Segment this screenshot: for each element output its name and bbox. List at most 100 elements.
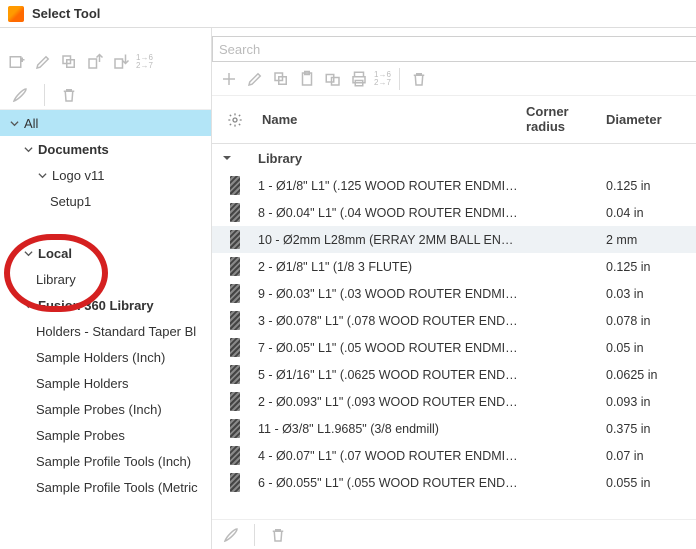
table-row[interactable]: 6 - Ø0.055" L1" (.055 WOOD ROUTER ENDMIL… xyxy=(212,469,696,496)
search-input[interactable] xyxy=(219,42,690,57)
tool-name: 6 - Ø0.055" L1" (.055 WOOD ROUTER ENDMIL… xyxy=(258,476,526,490)
table-row[interactable]: 10 - Ø2mm L28mm (ERRAY 2MM BALL END TA… 2… xyxy=(212,226,696,253)
brush-icon[interactable] xyxy=(222,526,240,544)
trash-icon[interactable] xyxy=(408,68,430,90)
table-row[interactable]: 11 - Ø3/8" L1.9685" (3/8 endmill) 0.375 i… xyxy=(212,415,696,442)
tool-name: 4 - Ø0.07" L1" (.07 WOOD ROUTER ENDMILL) xyxy=(258,449,526,463)
trash-icon[interactable] xyxy=(59,85,79,105)
edit-icon[interactable] xyxy=(32,51,54,73)
renumber-icon[interactable]: 1→6 2→7 xyxy=(136,54,153,70)
endmill-icon xyxy=(230,338,240,357)
tree-library[interactable]: Library xyxy=(0,266,211,292)
chevron-down-icon xyxy=(22,247,34,259)
main-panel: 1→6 2→7 Name Corner radius Diameter Libr… xyxy=(212,28,696,549)
table-row[interactable]: 4 - Ø0.07" L1" (.07 WOOD ROUTER ENDMILL)… xyxy=(212,442,696,469)
tool-diameter: 0.125 in xyxy=(606,260,696,274)
chevron-down-icon xyxy=(36,169,48,181)
tool-name: 2 - Ø1/8" L1" (1/8 3 FLUTE) xyxy=(258,260,526,274)
new-library-icon[interactable] xyxy=(6,51,28,73)
table-row[interactable]: 3 - Ø0.078" L1" (.078 WOOD ROUTER ENDMIL… xyxy=(212,307,696,334)
tool-diameter: 0.07 in xyxy=(606,449,696,463)
tree-item[interactable]: Sample Profile Tools (Inch) xyxy=(0,448,211,474)
tree-setup[interactable]: Setup1 xyxy=(0,188,211,214)
separator xyxy=(399,68,400,90)
library-tree: All Documents Logo v11 Setup1 Local Libr… xyxy=(0,110,211,549)
import-icon[interactable] xyxy=(110,51,132,73)
tool-name: 9 - Ø0.03" L1" (.03 WOOD ROUTER ENDMILL) xyxy=(258,287,526,301)
tree-item[interactable]: Sample Profile Tools (Metric xyxy=(0,474,211,500)
col-corner[interactable]: Corner radius xyxy=(526,105,606,134)
search-bar[interactable] xyxy=(212,36,696,62)
tree-item[interactable]: Holders - Standard Taper Bl xyxy=(0,318,211,344)
tool-name: 11 - Ø3/8" L1.9685" (3/8 endmill) xyxy=(258,422,526,436)
separator xyxy=(44,84,45,106)
tool-diameter: 0.04 in xyxy=(606,206,696,220)
tool-name: 3 - Ø0.078" L1" (.078 WOOD ROUTER ENDMIL… xyxy=(258,314,526,328)
table-row[interactable]: 7 - Ø0.05" L1" (.05 WOOD ROUTER ENDMILL)… xyxy=(212,334,696,361)
endmill-icon xyxy=(230,419,240,438)
tool-diameter: 2 mm xyxy=(606,233,696,247)
tool-name: 2 - Ø0.093" L1" (.093 WOOD ROUTER ENDMIL… xyxy=(258,395,526,409)
endmill-icon xyxy=(230,257,240,276)
tool-diameter: 0.375 in xyxy=(606,422,696,436)
tree-f360[interactable]: Fusion 360 Library xyxy=(0,292,211,318)
endmill-icon xyxy=(230,473,240,492)
sidebar: 1→6 2→7 All Documents Logo v11 Setu xyxy=(0,28,212,549)
group-header[interactable]: Library xyxy=(212,144,696,172)
tool-name: 5 - Ø1/16" L1" (.0625 WOOD ROUTER ENDMIL… xyxy=(258,368,526,382)
col-name[interactable]: Name xyxy=(258,112,526,127)
copy-icon[interactable] xyxy=(270,68,292,90)
tool-diameter: 0.03 in xyxy=(606,287,696,301)
sidebar-toolbar: 1→6 2→7 xyxy=(0,28,211,80)
edit-icon[interactable] xyxy=(244,68,266,90)
tool-diameter: 0.078 in xyxy=(606,314,696,328)
endmill-icon xyxy=(230,365,240,384)
endmill-icon xyxy=(230,392,240,411)
endmill-icon xyxy=(230,284,240,303)
endmill-icon xyxy=(230,230,240,249)
tree-documents[interactable]: Documents xyxy=(0,136,211,162)
tree-local[interactable]: Local xyxy=(0,240,211,266)
chevron-down-icon xyxy=(8,117,20,129)
tool-diameter: 0.0625 in xyxy=(606,368,696,382)
tree-item[interactable]: Sample Holders (Inch) xyxy=(0,344,211,370)
tool-diameter: 0.093 in xyxy=(606,395,696,409)
main-toolbar: 1→6 2→7 xyxy=(212,62,696,96)
table-row[interactable]: 2 - Ø1/8" L1" (1/8 3 FLUTE) 0.125 in xyxy=(212,253,696,280)
tool-diameter: 0.125 in xyxy=(606,179,696,193)
tree-item[interactable]: Sample Probes (Inch) xyxy=(0,396,211,422)
renumber-icon[interactable]: 1→6 2→7 xyxy=(374,71,391,87)
app-icon xyxy=(8,6,24,22)
brush-icon[interactable] xyxy=(10,85,30,105)
tree-all[interactable]: All xyxy=(0,110,211,136)
table-row[interactable]: 5 - Ø1/16" L1" (.0625 WOOD ROUTER ENDMIL… xyxy=(212,361,696,388)
table-row[interactable]: 1 - Ø1/8" L1" (.125 WOOD ROUTER ENDMILL)… xyxy=(212,172,696,199)
tool-name: 7 - Ø0.05" L1" (.05 WOOD ROUTER ENDMILL) xyxy=(258,341,526,355)
duplicate-icon[interactable] xyxy=(322,68,344,90)
table-row[interactable]: 8 - Ø0.04" L1" (.04 WOOD ROUTER ENDMILL)… xyxy=(212,199,696,226)
titlebar: Select Tool xyxy=(0,0,696,28)
endmill-icon xyxy=(230,176,240,195)
chevron-down-icon xyxy=(22,299,34,311)
table-row[interactable]: 2 - Ø0.093" L1" (.093 WOOD ROUTER ENDMIL… xyxy=(212,388,696,415)
tree-item[interactable]: Sample Holders xyxy=(0,370,211,396)
tool-name: 1 - Ø1/8" L1" (.125 WOOD ROUTER ENDMILL) xyxy=(258,179,526,193)
print-icon[interactable] xyxy=(348,68,370,90)
copy-icon[interactable] xyxy=(58,51,80,73)
endmill-icon xyxy=(230,446,240,465)
trash-icon[interactable] xyxy=(269,526,287,544)
export-icon[interactable] xyxy=(84,51,106,73)
add-icon[interactable] xyxy=(218,68,240,90)
gear-icon[interactable] xyxy=(212,112,258,128)
tool-name: 10 - Ø2mm L28mm (ERRAY 2MM BALL END TA… xyxy=(258,233,526,247)
table-row[interactable]: 9 - Ø0.03" L1" (.03 WOOD ROUTER ENDMILL)… xyxy=(212,280,696,307)
sidebar-toolbar-2 xyxy=(0,80,211,110)
separator xyxy=(254,524,255,546)
paste-icon[interactable] xyxy=(296,68,318,90)
endmill-icon xyxy=(230,203,240,222)
tool-diameter: 0.055 in xyxy=(606,476,696,490)
tree-item[interactable]: Sample Probes xyxy=(0,422,211,448)
table-header: Name Corner radius Diameter xyxy=(212,96,696,144)
col-diameter[interactable]: Diameter xyxy=(606,112,696,127)
tree-logo[interactable]: Logo v11 xyxy=(0,162,211,188)
